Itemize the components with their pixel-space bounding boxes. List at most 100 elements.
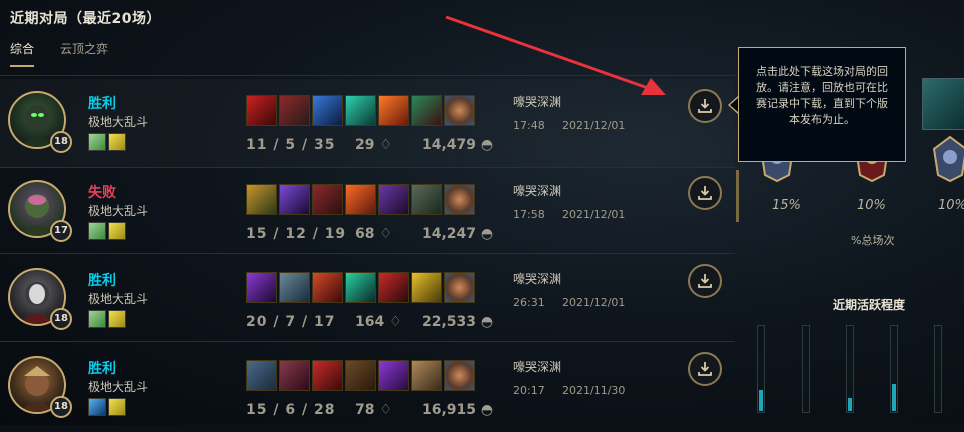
download-icon	[698, 99, 712, 113]
summoner-spells	[88, 133, 126, 151]
champion-level-badge: 18	[50, 131, 72, 153]
download-replay-tooltip: 点击此处下载这场对局的回放。请注意，回放也可在比赛记录中下载，直到下个版本发布为…	[738, 47, 906, 162]
creep-score: 78 ♢	[355, 402, 392, 418]
map-name: 嚎哭深渊	[513, 95, 562, 109]
scrollbar-thumb[interactable]	[736, 170, 739, 222]
item-icon	[345, 95, 376, 126]
champion-thumbnail	[922, 78, 964, 130]
match-result: 胜利	[88, 273, 116, 289]
item-icon	[312, 272, 343, 303]
match-duration: 20:17	[513, 384, 545, 397]
heal-spell-icon	[88, 133, 106, 151]
activity-bar	[757, 325, 765, 413]
rank-emblem-icon	[932, 135, 964, 183]
summoner-spells	[88, 222, 126, 240]
ghost-spell-icon	[108, 310, 126, 328]
item-build	[246, 360, 475, 391]
poro-snax-trinket-icon	[444, 272, 475, 303]
download-replay-button[interactable]	[688, 264, 722, 298]
tab-overview[interactable]: 综合	[10, 40, 35, 67]
activity-bar-fill	[848, 398, 852, 411]
creep-score: 68 ♢	[355, 226, 392, 242]
game-mode: 极地大乱斗	[88, 204, 149, 218]
activity-bar	[802, 325, 810, 413]
minion-icon: ♢	[379, 137, 392, 153]
activity-bar	[890, 325, 898, 413]
creep-score: 164 ♢	[355, 314, 402, 330]
header-divider	[0, 75, 735, 76]
game-mode: 极地大乱斗	[88, 292, 149, 306]
map-name: 嚎哭深渊	[513, 360, 562, 374]
game-mode: 极地大乱斗	[88, 380, 149, 394]
item-icon	[411, 95, 442, 126]
summoner-spells	[88, 398, 126, 416]
map-name: 嚎哭深渊	[513, 184, 562, 198]
match-date: 2021/12/01	[562, 208, 626, 221]
item-icon	[378, 184, 409, 215]
gold-coins-icon: ◓	[480, 137, 494, 153]
match-row[interactable]: 18 胜利 极地大乱斗 15 / 6 / 28 78 ♢ 16,915 ◓ 嚎哭…	[0, 344, 735, 432]
activity-title: 近期活跃程度	[833, 298, 906, 312]
item-icon	[246, 272, 277, 303]
item-icon	[411, 184, 442, 215]
item-icon	[312, 360, 343, 391]
row-divider	[0, 341, 735, 342]
kda-score: 15 / 12 / 19	[246, 226, 347, 242]
map-name: 嚎哭深渊	[513, 272, 562, 286]
kda-score: 20 / 7 / 17	[246, 314, 336, 330]
kda-score: 11 / 5 / 35	[246, 137, 336, 153]
match-duration: 17:48	[513, 119, 545, 132]
item-icon	[411, 360, 442, 391]
poro-snax-trinket-icon	[444, 184, 475, 215]
ghost-spell-icon	[108, 222, 126, 240]
download-replay-button[interactable]	[688, 176, 722, 210]
download-replay-button[interactable]	[688, 89, 722, 123]
heal-spell-icon	[88, 222, 106, 240]
rank-percentage: 10%	[857, 198, 886, 213]
page-title: 近期对局（最近20场）	[10, 11, 161, 27]
heal-spell-icon	[88, 310, 106, 328]
gold-earned: 22,533 ◓	[422, 314, 494, 330]
rank-percentage: 15%	[772, 198, 801, 213]
gold-coins-icon: ◓	[480, 402, 494, 418]
tab-tft[interactable]: 云顶之弈	[60, 40, 108, 67]
item-icon	[345, 360, 376, 391]
match-duration: 26:31	[513, 296, 545, 309]
match-date: 2021/11/30	[562, 384, 626, 397]
minion-icon: ♢	[389, 314, 402, 330]
match-duration: 17:58	[513, 208, 545, 221]
flash-spell-icon	[88, 398, 106, 416]
match-row[interactable]: 18 胜利 极地大乱斗 11 / 5 / 35 29 ♢ 14,479 ◓ 嚎哭…	[0, 79, 735, 167]
download-icon	[698, 362, 712, 376]
boots-item-icon	[312, 184, 343, 215]
item-icon	[279, 184, 310, 215]
match-result: 胜利	[88, 96, 116, 112]
rank-percentage: 10%	[938, 198, 964, 213]
game-mode: 极地大乱斗	[88, 115, 149, 129]
champion-level-badge: 18	[50, 396, 72, 418]
match-row[interactable]: 18 胜利 极地大乱斗 20 / 7 / 17 164 ♢ 22,533 ◓ 嚎…	[0, 256, 735, 344]
download-icon	[698, 186, 712, 200]
gold-coins-icon: ◓	[480, 226, 494, 242]
ghost-spell-icon	[108, 398, 126, 416]
match-date: 2021/12/01	[562, 296, 626, 309]
kda-score: 15 / 6 / 28	[246, 402, 336, 418]
item-icon	[279, 360, 310, 391]
minion-icon: ♢	[379, 402, 392, 418]
champion-level-badge: 18	[50, 308, 72, 330]
download-replay-button[interactable]	[688, 352, 722, 386]
row-divider	[0, 253, 735, 254]
activity-bar	[934, 325, 942, 413]
boots-item-icon	[246, 95, 277, 126]
download-icon	[698, 274, 712, 288]
match-row[interactable]: 17 失败 极地大乱斗 15 / 12 / 19 68 ♢ 14,247 ◓ 嚎…	[0, 168, 735, 256]
item-icon	[279, 272, 310, 303]
match-result: 胜利	[88, 361, 116, 377]
item-icon	[378, 272, 409, 303]
item-icon	[378, 360, 409, 391]
minion-icon: ♢	[379, 226, 392, 242]
match-date: 2021/12/01	[562, 119, 626, 132]
item-icon	[246, 184, 277, 215]
ghost-spell-icon	[108, 133, 126, 151]
item-build	[246, 272, 475, 303]
